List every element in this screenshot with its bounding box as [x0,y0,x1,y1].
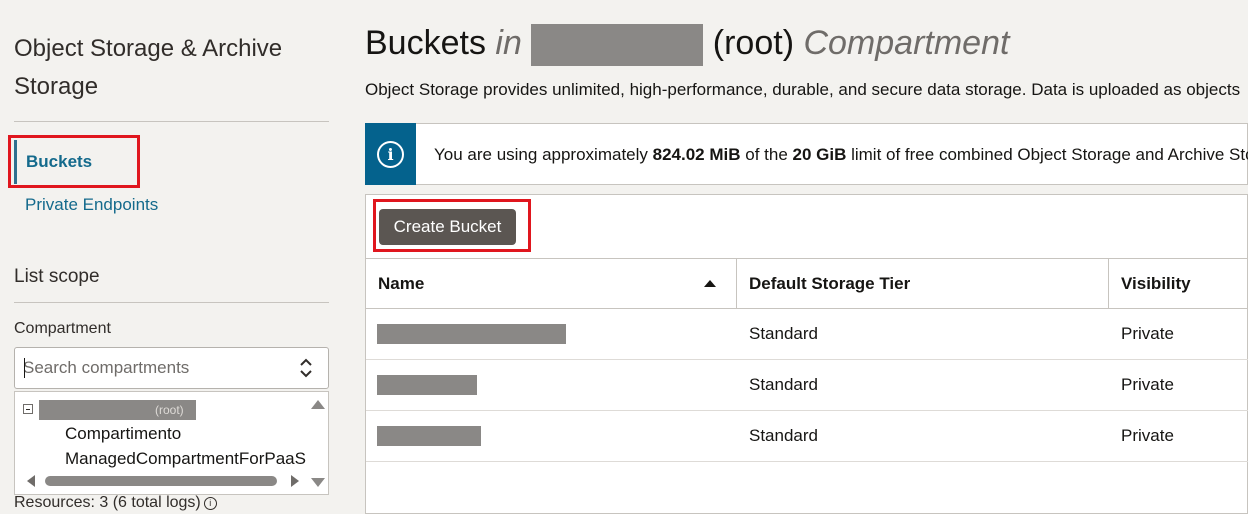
compartment-label: Compartment [14,320,111,337]
table-header: Name Default Storage Tier Visibility [366,258,1248,309]
sidebar-item-buckets[interactable]: Buckets [14,140,134,184]
sort-ascending-icon[interactable] [704,280,716,287]
title-in: in [495,24,522,62]
tree-item-compartimento[interactable]: Compartimento [65,424,309,444]
cell-storage-tier: Standard [749,426,818,445]
scroll-down-icon[interactable] [311,478,325,487]
usage-message: You are using approximately 824.02 MiB o… [434,145,1248,165]
sidebar: Object Storage & Archive Storage Buckets… [0,0,345,514]
resources-text: Resources: 3 (6 total logs) [14,494,201,511]
create-bucket-button[interactable]: Create Bucket [379,209,516,245]
column-header-storage-tier[interactable]: Default Storage Tier [737,259,1108,309]
title-buckets: Buckets [365,24,486,62]
info-icon[interactable]: i [203,497,217,510]
cell-storage-tier: Standard [749,375,818,394]
title-root: (root) [712,24,795,62]
usage-info-banner: i You are using approximately 824.02 MiB… [365,123,1248,185]
redacted-bucket-name[interactable] [377,375,477,395]
buckets-panel: Create Bucket Name Default Storage Tier … [365,194,1248,514]
compartment-tree[interactable]: (root) Compartimento ManagedCompartmentF… [14,391,329,495]
list-scope-heading: List scope [14,266,100,287]
table-row[interactable]: Standard Private [366,360,1248,411]
table-row[interactable]: Standard Private [366,411,1248,462]
compartment-search[interactable] [14,347,329,389]
scroll-right-icon[interactable] [291,475,299,487]
info-icon: i [377,141,404,168]
redacted-tenancy-name [531,24,704,66]
collapse-icon[interactable] [23,404,33,414]
usage-text-1: You are using approximately [434,145,653,164]
title-compartment: Compartment [803,24,1010,62]
redacted-bucket-name[interactable] [377,426,481,446]
tree-root-suffix: (root) [155,403,184,417]
divider [14,302,329,303]
scroll-left-icon[interactable] [27,475,35,487]
cell-visibility: Private [1121,375,1174,394]
banner-icon-strip: i [365,123,416,185]
table-row[interactable]: Standard Private [366,309,1248,360]
page-description: Object Storage provides unlimited, high-… [365,80,1241,99]
usage-text-3: limit of free combined Object Storage an… [846,145,1248,164]
column-header-name[interactable]: Name [366,259,736,309]
page-title: Buckets in (root) Compartment [365,24,1009,66]
scroll-up-icon[interactable] [311,400,325,409]
text-cursor [24,358,25,378]
usage-text-2: of the [740,145,793,164]
cell-visibility: Private [1121,426,1174,445]
column-header-visibility[interactable]: Visibility [1109,259,1248,309]
horizontal-scrollbar-thumb[interactable] [45,476,277,486]
main-content: Buckets in (root) Compartment Object Sto… [365,0,1248,514]
chevron-up-down-icon[interactable] [298,356,314,380]
usage-limit: 20 GiB [792,145,847,164]
tree-item-managed-compartment[interactable]: ManagedCompartmentForPaaS [65,449,309,469]
sidebar-title: Object Storage & Archive Storage [14,35,283,100]
redacted-bucket-name[interactable] [377,324,566,344]
resources-summary: Resources: 3 (6 total logs) i [14,494,217,512]
divider [14,121,329,122]
search-compartments-input[interactable] [23,348,293,388]
cell-storage-tier: Standard [749,324,818,343]
usage-amount: 824.02 MiB [652,145,741,164]
cell-visibility: Private [1121,324,1174,343]
sidebar-item-private-endpoints[interactable]: Private Endpoints [25,195,158,215]
